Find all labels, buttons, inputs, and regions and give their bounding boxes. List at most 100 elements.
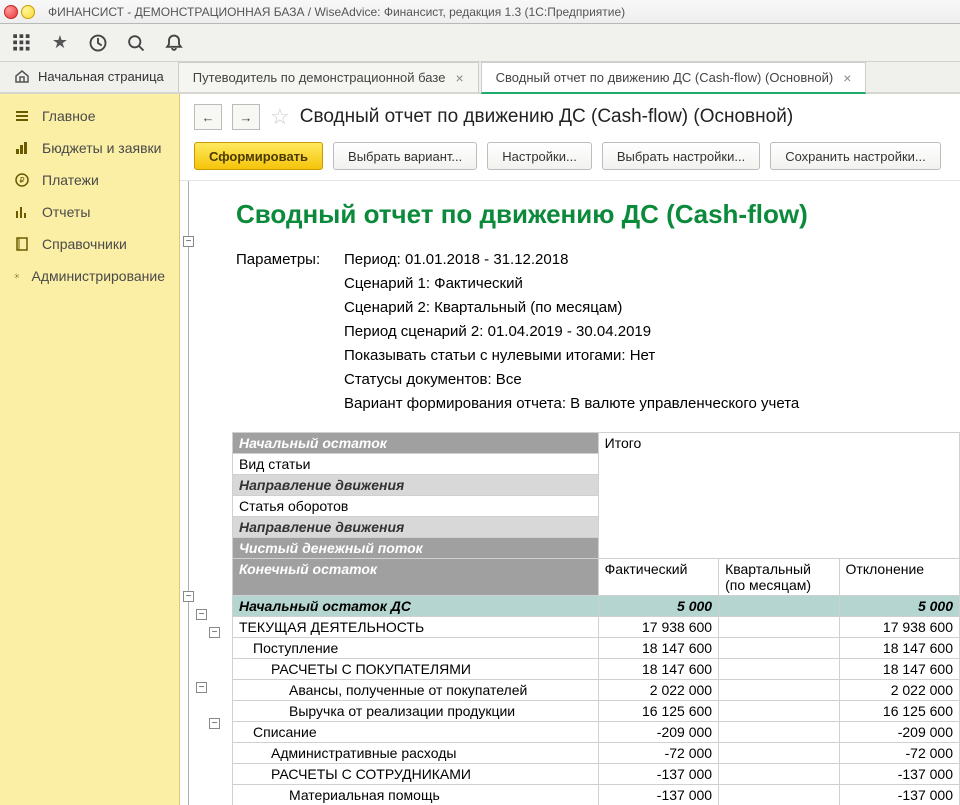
sidebar-item-payments[interactable]: ₽ Платежи bbox=[0, 164, 179, 196]
apps-icon[interactable] bbox=[12, 33, 32, 53]
content-area: ← → ☆ Сводный отчет по движению ДС (Cash… bbox=[180, 94, 960, 805]
row-value: 17 938 600 bbox=[598, 617, 718, 638]
table-row: Начальный остаток ДС5 0005 000 bbox=[233, 596, 960, 617]
row-label: Выручка от реализации продукции bbox=[233, 701, 599, 722]
choose-variant-button[interactable]: Выбрать вариант... bbox=[333, 142, 477, 170]
bell-icon[interactable] bbox=[164, 33, 184, 53]
window-minimize-icon[interactable] bbox=[21, 5, 35, 19]
col-header: Отклонение bbox=[839, 559, 959, 596]
sidebar-item-reports[interactable]: Отчеты bbox=[0, 196, 179, 228]
report-table: Начальный остаток Итого Вид статьи Напра… bbox=[232, 432, 960, 805]
row-value bbox=[719, 722, 839, 743]
row-value bbox=[719, 617, 839, 638]
table-row: Материальная помощь-137 000-137 000 bbox=[233, 785, 960, 805]
row-label: Списание bbox=[233, 722, 599, 743]
row-value bbox=[719, 701, 839, 722]
header-cell: Статья оборотов bbox=[233, 496, 599, 517]
outline-gutter: − − − − − − bbox=[180, 181, 232, 805]
row-value: 5 000 bbox=[839, 596, 959, 617]
sidebar-item-main[interactable]: Главное bbox=[0, 100, 179, 132]
row-label: Начальный остаток ДС bbox=[233, 596, 599, 617]
row-value: 18 147 600 bbox=[598, 659, 718, 680]
row-value: -209 000 bbox=[598, 722, 718, 743]
collapse-toggle[interactable]: − bbox=[209, 718, 220, 729]
menu-icon bbox=[14, 108, 30, 124]
sidebar-item-label: Справочники bbox=[42, 236, 127, 252]
window-close-icon[interactable] bbox=[4, 5, 18, 19]
collapse-toggle[interactable]: − bbox=[183, 236, 194, 247]
close-icon[interactable]: × bbox=[843, 70, 851, 86]
row-value: -137 000 bbox=[598, 764, 718, 785]
tab-report[interactable]: Сводный отчет по движению ДС (Cash-flow)… bbox=[481, 62, 867, 94]
table-row: РАСЧЕТЫ С ПОКУПАТЕЛЯМИ18 147 60018 147 6… bbox=[233, 659, 960, 680]
row-value bbox=[719, 764, 839, 785]
row-label: Административные расходы bbox=[233, 743, 599, 764]
row-value: 18 147 600 bbox=[839, 659, 959, 680]
sidebar-item-label: Администрирование bbox=[32, 268, 166, 284]
sidebar-item-references[interactable]: Справочники bbox=[0, 228, 179, 260]
row-value: -137 000 bbox=[839, 785, 959, 805]
row-label: ТЕКУЩАЯ ДЕЯТЕЛЬНОСТЬ bbox=[233, 617, 599, 638]
collapse-toggle[interactable]: − bbox=[196, 682, 207, 693]
tab-guide[interactable]: Путеводитель по демонстрационной базе × bbox=[178, 62, 479, 92]
tab-home[interactable]: Начальная страница bbox=[0, 60, 178, 92]
book-icon bbox=[14, 236, 30, 252]
header-cell: Вид статьи bbox=[233, 454, 599, 475]
sidebar-item-label: Отчеты bbox=[42, 204, 90, 220]
row-value: -72 000 bbox=[598, 743, 718, 764]
sidebar: Главное Бюджеты и заявки ₽ Платежи Отчет… bbox=[0, 94, 180, 805]
row-value: 16 125 600 bbox=[598, 701, 718, 722]
chart-icon bbox=[14, 140, 30, 156]
table-row: Авансы, полученные от покупателей2 022 0… bbox=[233, 680, 960, 701]
collapse-toggle[interactable]: − bbox=[196, 609, 207, 620]
sidebar-item-budgets[interactable]: Бюджеты и заявки bbox=[0, 132, 179, 164]
row-value bbox=[719, 743, 839, 764]
settings-button[interactable]: Настройки... bbox=[487, 142, 592, 170]
table-row: ТЕКУЩАЯ ДЕЯТЕЛЬНОСТЬ17 938 60017 938 600 bbox=[233, 617, 960, 638]
row-value bbox=[719, 785, 839, 805]
collapse-toggle[interactable]: − bbox=[183, 591, 194, 602]
header-cell: Конечный остаток bbox=[233, 559, 599, 596]
tab-guide-label: Путеводитель по демонстрационной базе bbox=[193, 70, 446, 85]
search-icon[interactable] bbox=[126, 33, 146, 53]
nav-forward-button[interactable]: → bbox=[232, 104, 260, 130]
sidebar-item-admin[interactable]: Администрирование bbox=[0, 260, 179, 292]
page-title: Сводный отчет по движению ДС (Cash-flow)… bbox=[300, 106, 793, 128]
param-line: Период: 01.01.2018 - 31.12.2018 bbox=[344, 248, 799, 272]
table-row: Поступление18 147 60018 147 600 bbox=[233, 638, 960, 659]
home-icon bbox=[14, 68, 30, 84]
svg-text:₽: ₽ bbox=[19, 176, 24, 185]
history-icon[interactable] bbox=[88, 33, 108, 53]
sidebar-item-label: Бюджеты и заявки bbox=[42, 140, 161, 156]
param-line: Показывать статьи с нулевыми итогами: Не… bbox=[344, 344, 799, 368]
row-value: 16 125 600 bbox=[839, 701, 959, 722]
save-settings-button[interactable]: Сохранить настройки... bbox=[770, 142, 941, 170]
close-icon[interactable]: × bbox=[455, 70, 463, 86]
favorite-star-icon[interactable]: ☆ bbox=[270, 104, 290, 130]
table-row: Выручка от реализации продукции16 125 60… bbox=[233, 701, 960, 722]
page-header: ← → ☆ Сводный отчет по движению ДС (Cash… bbox=[180, 94, 960, 136]
row-value bbox=[719, 596, 839, 617]
row-value: 2 022 000 bbox=[598, 680, 718, 701]
window-title-bar: ФИНАНСИСТ - ДЕМОНСТРАЦИОННАЯ БАЗА / Wise… bbox=[0, 0, 960, 24]
report-area[interactable]: − − − − − − Сводный отчет по движению ДС… bbox=[180, 181, 960, 805]
row-value: -137 000 bbox=[598, 785, 718, 805]
form-button[interactable]: Сформировать bbox=[194, 142, 323, 170]
param-line: Период сценарий 2: 01.04.2019 - 30.04.20… bbox=[344, 320, 799, 344]
col-header: Квартальный (по месяцам) bbox=[719, 559, 839, 596]
main-toolbar: ★ bbox=[0, 24, 960, 62]
row-value bbox=[719, 638, 839, 659]
nav-back-button[interactable]: ← bbox=[194, 104, 222, 130]
row-value bbox=[719, 680, 839, 701]
tab-home-label: Начальная страница bbox=[38, 69, 164, 84]
choose-settings-button[interactable]: Выбрать настройки... bbox=[602, 142, 760, 170]
report-title: Сводный отчет по движению ДС (Cash-flow) bbox=[232, 181, 960, 248]
row-label: Материальная помощь bbox=[233, 785, 599, 805]
collapse-toggle[interactable]: − bbox=[209, 627, 220, 638]
row-value: 18 147 600 bbox=[598, 638, 718, 659]
sidebar-item-label: Платежи bbox=[42, 172, 99, 188]
header-cell: Направление движения bbox=[233, 517, 599, 538]
star-icon[interactable]: ★ bbox=[50, 33, 70, 53]
row-value: 5 000 bbox=[598, 596, 718, 617]
param-line: Сценарий 2: Квартальный (по месяцам) bbox=[344, 296, 799, 320]
